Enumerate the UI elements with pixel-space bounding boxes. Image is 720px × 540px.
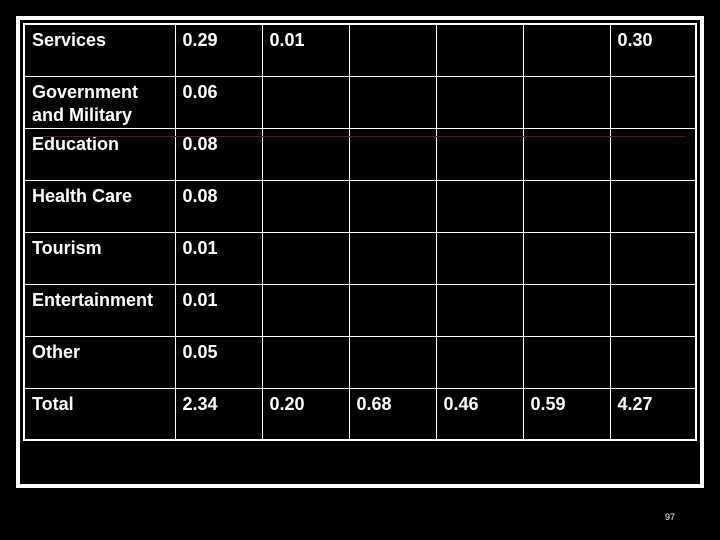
table-row: Health Care 0.08 — [23, 179, 697, 233]
table-cell: 4.27 — [609, 387, 697, 441]
table-cell — [348, 23, 437, 77]
row-label: Health Care — [23, 179, 176, 233]
table-cell — [435, 231, 524, 285]
table-row: Government and Military 0.06 — [23, 75, 697, 129]
table-cell — [609, 231, 697, 285]
table-row: Total 2.34 0.20 0.68 0.46 0.59 4.27 — [23, 387, 697, 441]
table-row: Other 0.05 — [23, 335, 697, 389]
table-cell — [261, 335, 350, 389]
table-cell — [522, 231, 611, 285]
table-cell: 0.06 — [174, 75, 263, 129]
table-cell — [435, 75, 524, 129]
decorative-line — [42, 136, 685, 137]
table-cell — [348, 283, 437, 337]
table-cell — [522, 283, 611, 337]
table-cell — [522, 335, 611, 389]
table-cell — [435, 23, 524, 77]
table-row: Entertainment 0.01 — [23, 283, 697, 337]
table-row: Services 0.29 0.01 0.30 — [23, 23, 697, 77]
table-row: Tourism 0.01 — [23, 231, 697, 285]
table-cell — [522, 179, 611, 233]
table-cell: 0.08 — [174, 179, 263, 233]
row-label: Services — [23, 23, 176, 77]
row-label: Tourism — [23, 231, 176, 285]
table-cell: 0.05 — [174, 335, 263, 389]
table-cell — [522, 75, 611, 129]
row-label: Government and Military — [23, 75, 176, 129]
table-cell: 0.68 — [348, 387, 437, 441]
table-cell: 0.30 — [609, 23, 697, 77]
page-number: 97 — [665, 512, 676, 522]
table-cell — [435, 179, 524, 233]
table-cell: 0.46 — [435, 387, 524, 441]
table-cell: 0.20 — [261, 387, 350, 441]
table-cell: 0.01 — [174, 231, 263, 285]
row-label: Total — [23, 387, 176, 441]
table-cell — [261, 75, 350, 129]
table-cell — [435, 335, 524, 389]
table-cell: 0.59 — [522, 387, 611, 441]
table-cell — [609, 283, 697, 337]
table-cell — [261, 179, 350, 233]
table-cell — [435, 283, 524, 337]
data-table: Services 0.29 0.01 0.30 Government and Milit… — [23, 23, 697, 441]
table-cell — [348, 231, 437, 285]
table-cell — [609, 335, 697, 389]
table-cell — [522, 23, 611, 77]
table-cell — [261, 231, 350, 285]
table-cell: 0.01 — [261, 23, 350, 77]
table-cell: 0.29 — [174, 23, 263, 77]
table-cell — [609, 75, 697, 129]
table-cell: 0.01 — [174, 283, 263, 337]
table-cell: 2.34 — [174, 387, 263, 441]
table-cell — [261, 283, 350, 337]
table-cell — [348, 335, 437, 389]
row-label: Other — [23, 335, 176, 389]
table-cell — [609, 179, 697, 233]
table-cell — [348, 75, 437, 129]
table-cell — [348, 179, 437, 233]
row-label: Entertainment — [23, 283, 176, 337]
